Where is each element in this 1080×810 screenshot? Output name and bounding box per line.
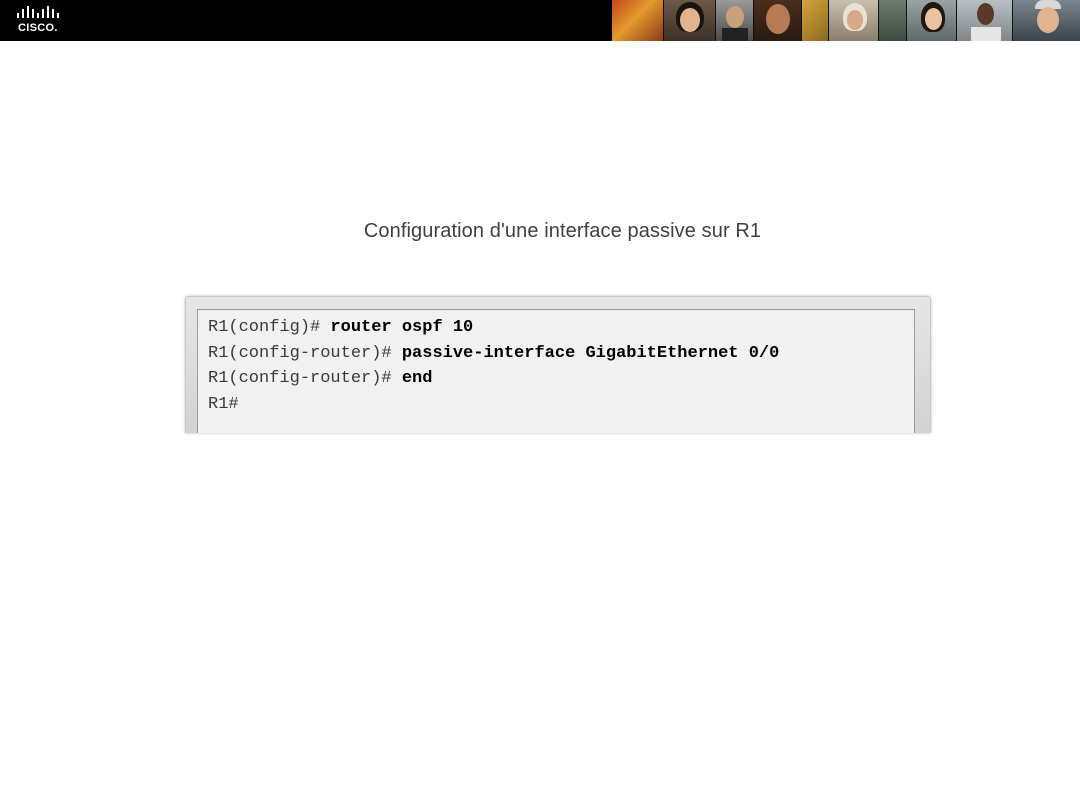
photo-tile: [1013, 0, 1080, 41]
cli-line: R1(config)# router ospf 10: [208, 315, 914, 341]
cisco-bridge-bars-icon: [17, 6, 59, 18]
cli-line: R1(config-router)# end: [208, 366, 914, 392]
header-bar: CISCO.: [0, 0, 1080, 41]
cli-prompt: R1(config-router)#: [208, 369, 402, 388]
cli-command: end: [401, 369, 433, 388]
photo-tile: [664, 0, 716, 41]
photo-tile: [907, 0, 958, 41]
cli-command: router ospf 10: [330, 318, 474, 337]
photo-tile: [612, 0, 664, 41]
cli-command: passive-interface GigabitEthernet 0/0: [401, 343, 780, 363]
photo-tile: [957, 0, 1014, 41]
photo-tile: [754, 0, 803, 41]
photo-tile: [828, 0, 879, 41]
cli-prompt: R1(config)#: [208, 318, 331, 337]
cisco-logo-text: CISCO.: [18, 22, 58, 34]
slide-page: CISCO. Configuration d'une interface pas…: [0, 0, 1080, 810]
people-photo-collage: [612, 0, 1080, 41]
cli-line: R1(config-router)# passive-interface Gig…: [208, 341, 914, 367]
photo-tile: [878, 0, 908, 41]
slide-title: Configuration d'une interface passive su…: [363, 220, 762, 242]
cli-line: R1#: [208, 392, 914, 418]
cli-output: R1(config)# router ospf 10 R1(config-rou…: [197, 309, 915, 433]
cli-prompt: R1#: [208, 394, 239, 414]
photo-tile: [802, 0, 829, 41]
cli-prompt: R1(config-router)#: [208, 343, 402, 363]
cisco-logo: CISCO.: [16, 6, 62, 36]
cli-panel-frame: R1(config)# router ospf 10 R1(config-rou…: [185, 296, 931, 433]
photo-tile: [716, 0, 755, 41]
